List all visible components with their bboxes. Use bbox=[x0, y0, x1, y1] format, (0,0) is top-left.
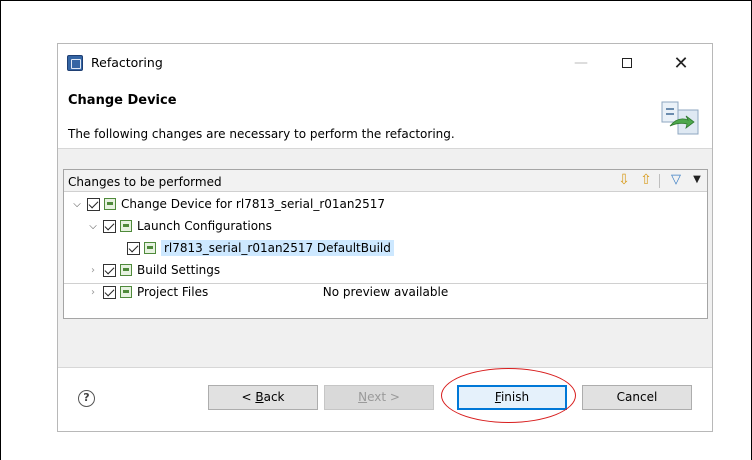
tree-item-label: rl7813_serial_r01an2517 DefaultBuild bbox=[161, 240, 394, 256]
help-button[interactable]: ? bbox=[78, 390, 95, 407]
change-icon bbox=[120, 264, 132, 276]
changes-panel-header: Changes to be performed ⇩ ⇧ ▽ ▼ bbox=[64, 170, 707, 192]
change-icon bbox=[104, 198, 116, 210]
previous-change-icon[interactable]: ⇧ bbox=[638, 172, 654, 188]
view-menu-icon[interactable]: ▼ bbox=[689, 172, 705, 188]
tree-item-build-settings[interactable]: › Build Settings bbox=[88, 259, 220, 281]
changes-panel-title: Changes to be performed bbox=[68, 175, 222, 189]
back-mnemonic: B bbox=[255, 390, 264, 404]
page-title: Change Device bbox=[68, 93, 177, 108]
maximize-button[interactable] bbox=[604, 48, 650, 78]
next-label: ext > bbox=[367, 390, 400, 404]
cancel-button[interactable]: Cancel bbox=[582, 385, 692, 410]
launch-config-icon bbox=[144, 242, 156, 254]
back-button[interactable]: < Back bbox=[208, 385, 318, 410]
refactoring-dialog: Refactoring — ✕ Change Device The follow… bbox=[57, 43, 713, 432]
chevron-down-icon[interactable]: ⌵ bbox=[88, 221, 98, 232]
minimize-button[interactable]: — bbox=[558, 48, 604, 78]
tree-item-label: Launch Configurations bbox=[137, 219, 272, 233]
tree-item-launch-configurations[interactable]: ⌵ Launch Configurations bbox=[88, 215, 272, 237]
checkbox[interactable] bbox=[127, 241, 140, 255]
chevron-down-icon[interactable]: ⌵ bbox=[72, 199, 82, 210]
maximize-icon bbox=[622, 58, 632, 68]
checkbox[interactable] bbox=[103, 263, 116, 277]
changes-panel: Changes to be performed ⇩ ⇧ ▽ ▼ ⌵ Change… bbox=[63, 169, 708, 319]
back-label: ack bbox=[263, 390, 285, 404]
checkbox[interactable] bbox=[103, 219, 116, 233]
app-icon bbox=[67, 55, 83, 71]
refactoring-wizard-icon bbox=[661, 101, 699, 135]
checkbox[interactable] bbox=[87, 197, 100, 211]
preview-message: No preview available bbox=[322, 285, 449, 299]
tree-item-default-build[interactable]: rl7813_serial_r01an2517 DefaultBuild bbox=[127, 237, 394, 259]
next-change-icon[interactable]: ⇩ bbox=[616, 172, 632, 188]
filter-icon[interactable]: ▽ bbox=[668, 172, 684, 188]
page-description: The following changes are necessary to p… bbox=[68, 127, 455, 141]
next-mnemonic: N bbox=[358, 390, 368, 404]
title-bar[interactable]: Refactoring — ✕ bbox=[58, 44, 712, 82]
next-button[interactable]: Next > bbox=[324, 385, 434, 410]
back-prefix: < bbox=[241, 390, 256, 404]
window-title: Refactoring bbox=[91, 55, 163, 70]
change-icon bbox=[120, 220, 132, 232]
highlight-ellipse bbox=[441, 368, 576, 423]
toolbar-separator bbox=[659, 174, 660, 188]
button-bar-separator bbox=[58, 367, 712, 368]
wizard-body: Changes to be performed ⇩ ⇧ ▽ ▼ ⌵ Change… bbox=[58, 149, 712, 367]
chevron-right-icon[interactable]: › bbox=[88, 265, 98, 276]
tree-item-label: Build Settings bbox=[137, 263, 221, 277]
close-button[interactable]: ✕ bbox=[658, 48, 704, 78]
tree-item-label: Change Device for rl7813_serial_r01an251… bbox=[121, 197, 386, 211]
preview-separator bbox=[64, 283, 707, 284]
tree-item-change-device[interactable]: ⌵ Change Device for rl7813_serial_r01an2… bbox=[72, 193, 385, 215]
